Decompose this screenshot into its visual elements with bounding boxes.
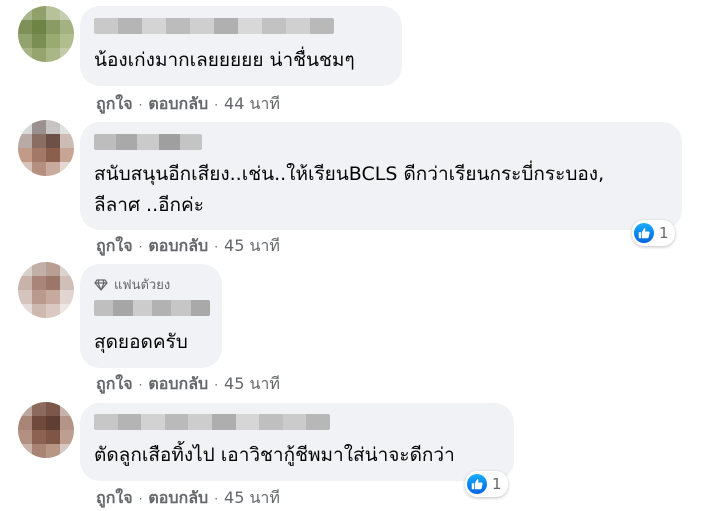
reply-button[interactable]: ตอบกลับ: [148, 92, 208, 117]
author-name-blurred[interactable]: [94, 414, 330, 430]
like-button[interactable]: ถูกใจ: [96, 486, 133, 511]
reaction-count[interactable]: 1: [632, 220, 675, 246]
comment-bubble: สนับสนุนอีกเสียง..เช่น..ให้เรียนBCLS ดีก…: [80, 122, 682, 230]
timestamp[interactable]: 45 นาที: [224, 234, 280, 259]
avatar[interactable]: [18, 262, 74, 318]
reaction-count-label: 1: [659, 224, 669, 242]
separator: ·: [138, 97, 143, 112]
like-icon: [634, 223, 654, 243]
reply-button[interactable]: ตอบกลับ: [148, 372, 208, 397]
badge-label: แฟนตัวยง: [114, 278, 171, 293]
comment-bubble: น้องเก่งมากเลยยยยย น่าชื่นชมๆ: [80, 6, 402, 86]
author-name-blurred[interactable]: [94, 18, 334, 34]
timestamp[interactable]: 45 นาที: [224, 372, 280, 397]
avatar[interactable]: [18, 402, 74, 458]
separator: ·: [214, 239, 219, 254]
comment-actions: ถูกใจ · ตอบกลับ · 45 นาที: [96, 486, 280, 511]
reply-button[interactable]: ตอบกลับ: [148, 234, 208, 259]
comment-actions: ถูกใจ · ตอบกลับ · 44 นาที: [96, 92, 280, 117]
comment-text: สนับสนุนอีกเสียง..เช่น..ให้เรียนBCLS ดีก…: [94, 163, 605, 185]
top-fan-badge[interactable]: แฟนตัวยง: [94, 274, 170, 295]
separator: ·: [138, 377, 143, 392]
comment-text: น้องเก่งมากเลยยยยย น่าชื่นชมๆ: [94, 49, 355, 71]
comment-actions: ถูกใจ · ตอบกลับ · 45 นาที: [96, 234, 280, 259]
timestamp[interactable]: 45 นาที: [224, 486, 280, 511]
reply-button[interactable]: ตอบกลับ: [148, 486, 208, 511]
comment-text: สุดยอดครับ: [94, 331, 188, 353]
avatar[interactable]: [18, 6, 74, 62]
avatar[interactable]: [18, 120, 74, 176]
separator: ·: [214, 491, 219, 506]
separator: ·: [214, 377, 219, 392]
like-button[interactable]: ถูกใจ: [96, 92, 133, 117]
timestamp[interactable]: 44 นาที: [224, 92, 280, 117]
like-button[interactable]: ถูกใจ: [96, 234, 133, 259]
reaction-count-label: 1: [492, 475, 502, 493]
separator: ·: [138, 491, 143, 506]
diamond-icon: [94, 278, 108, 291]
author-name-blurred[interactable]: [94, 134, 202, 150]
separator: ·: [214, 97, 219, 112]
comment-actions: ถูกใจ · ตอบกลับ · 45 นาที: [96, 372, 280, 397]
like-icon: [467, 474, 487, 494]
separator: ·: [138, 239, 143, 254]
comment-text: ตัดลูกเสือทิ้งไป เอาวิชากู้ชีพมาใส่น่าจะ…: [94, 444, 455, 466]
comment-bubble: แฟนตัวยง สุดยอดครับ: [80, 264, 222, 368]
comment-text: ลีลาศ ..อีกค่ะ: [94, 194, 204, 216]
reaction-count[interactable]: 1: [465, 471, 508, 497]
like-button[interactable]: ถูกใจ: [96, 372, 133, 397]
comment-bubble: ตัดลูกเสือทิ้งไป เอาวิชากู้ชีพมาใส่น่าจะ…: [80, 403, 514, 481]
author-name-blurred[interactable]: [94, 300, 210, 316]
